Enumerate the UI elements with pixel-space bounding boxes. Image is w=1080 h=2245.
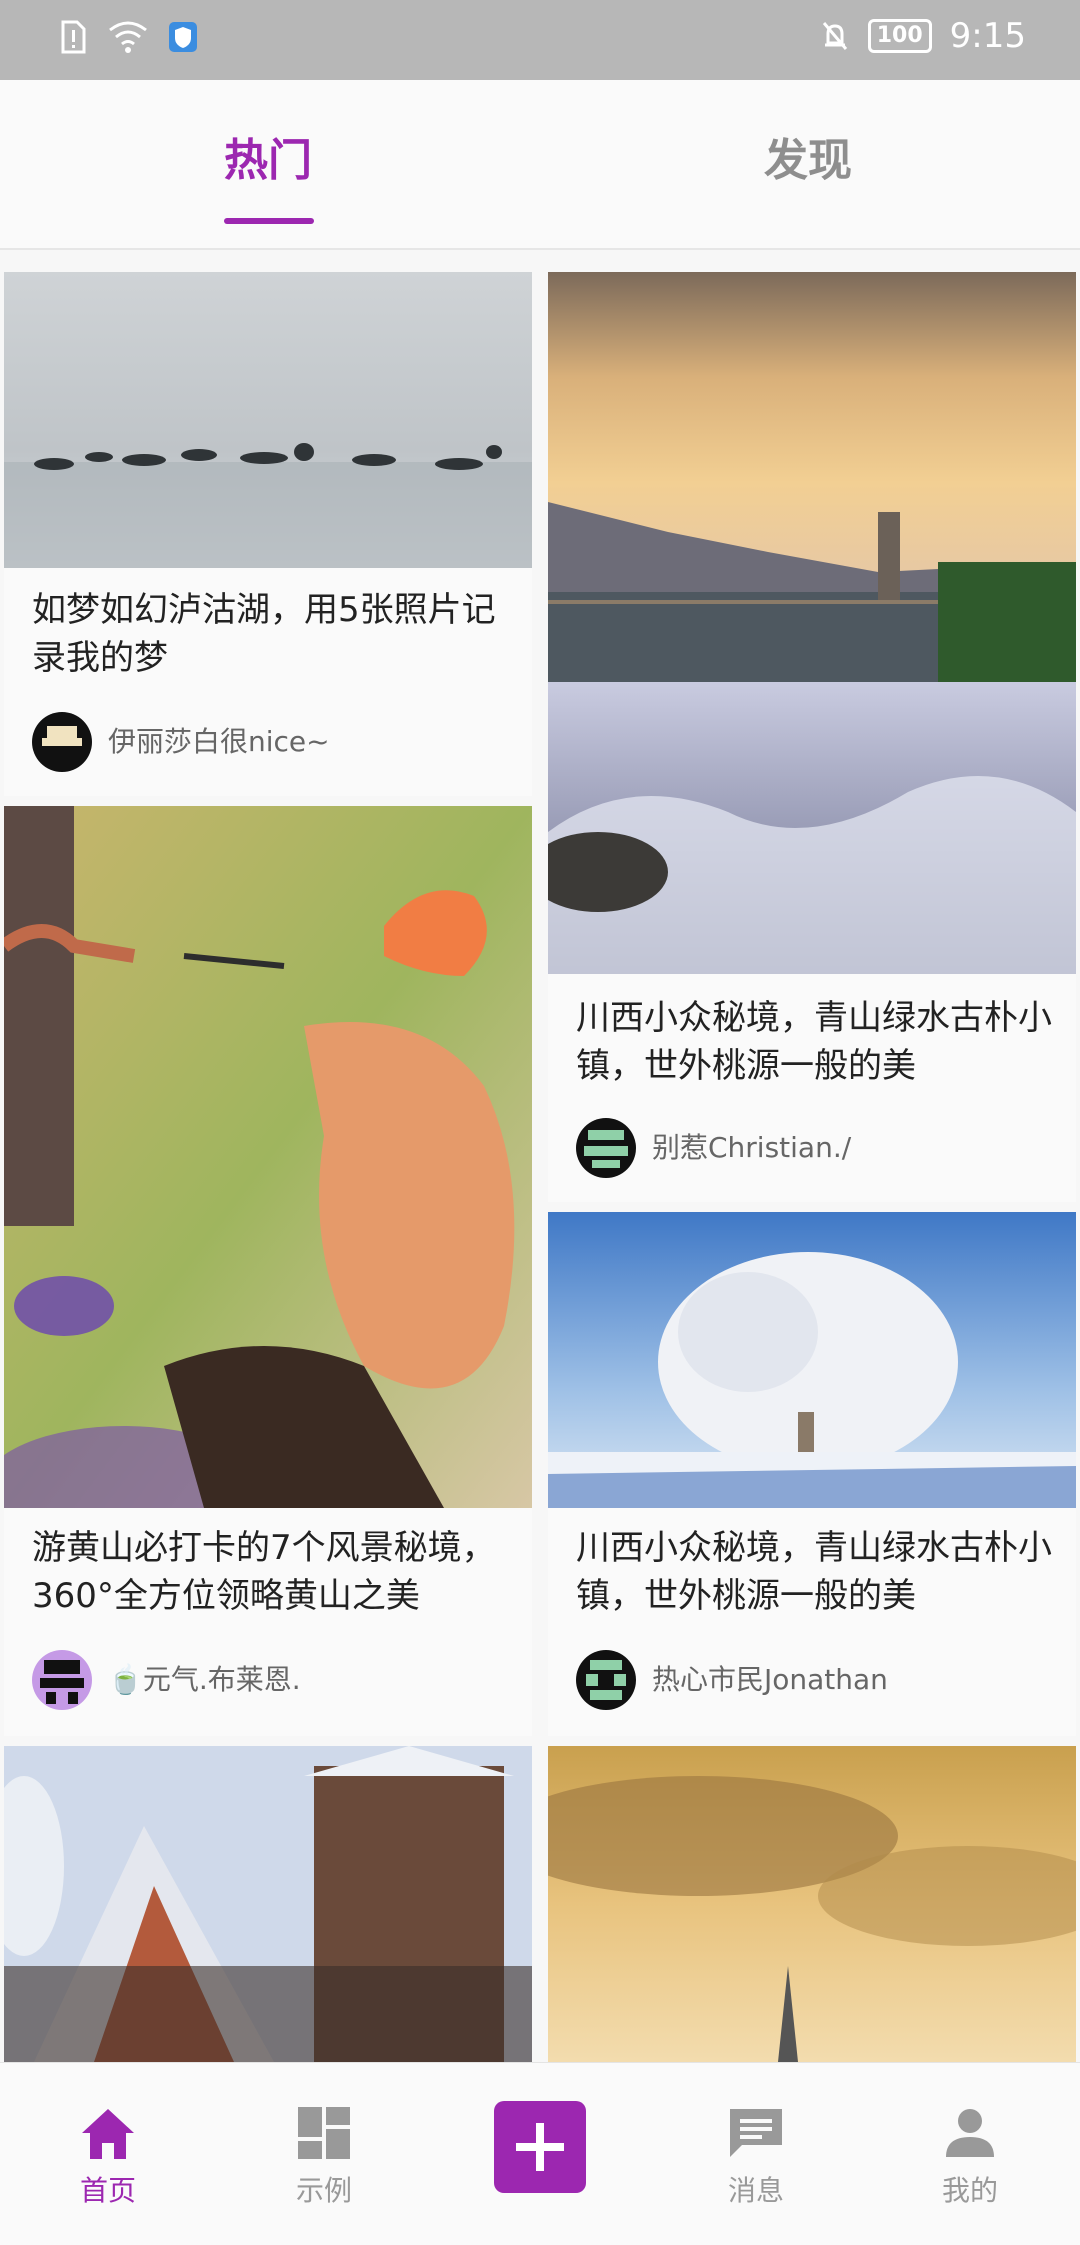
author-name[interactable]: 伊丽莎白很nice~ (108, 712, 330, 772)
avatar[interactable] (32, 712, 92, 772)
snow-tree-image (548, 1212, 1076, 1508)
lake-birds-image (4, 272, 532, 568)
add-button[interactable] (494, 2101, 586, 2193)
tab-discover[interactable]: 发现 (764, 124, 852, 188)
tab-indicator (224, 218, 314, 224)
person-icon (946, 2109, 994, 2157)
card-title: 游黄山必打卡的7个风景秘境，360°全方位领略黄山之美 (32, 1528, 496, 1616)
waterfall-town-image (548, 272, 1076, 974)
author-name[interactable]: 热心市民Jonathan (652, 1650, 888, 1710)
message-icon (730, 2109, 782, 2157)
timber-house-image (4, 1746, 532, 2062)
tab-hot[interactable]: 热门 (224, 124, 312, 188)
clock: 9:15 (949, 16, 1026, 56)
card-title: 如梦如幻泸沽湖，用5张照片记录我的梦 (32, 590, 496, 678)
dashboard-icon (298, 2107, 350, 2159)
nav-messages[interactable]: 消息 (686, 2103, 826, 2209)
add-icon (516, 2123, 564, 2171)
feed-card[interactable] (548, 1746, 1076, 2062)
feed-card[interactable]: 游黄山必打卡的7个风景秘境，360°全方位领略黄山之美 🍵元气.布莱恩. (4, 806, 532, 1736)
avatar[interactable] (576, 1118, 636, 1178)
feed-card[interactable]: 川西小众秘境，青山绿水古朴小镇，世外桃源一般的美 别惹Christian./ (548, 272, 1076, 1202)
shield-icon (169, 22, 197, 52)
nav-home[interactable]: 首页 (38, 2103, 178, 2209)
avatar[interactable] (576, 1650, 636, 1710)
author-name[interactable]: 别惹Christian./ (652, 1118, 851, 1178)
author-name[interactable]: 🍵元气.布莱恩. (108, 1650, 301, 1710)
mute-notification-icon (822, 22, 847, 50)
home-icon (82, 2109, 134, 2159)
card-title: 川西小众秘境，青山绿水古朴小镇，世外桃源一般的美 (576, 1528, 1052, 1616)
top-tabs: 热门 发现 (0, 80, 1080, 250)
avatar[interactable] (32, 1650, 92, 1710)
nav-profile[interactable]: 我的 (900, 2103, 1040, 2209)
feed-card[interactable] (4, 1746, 532, 2062)
bottom-navigation: 首页 示例 消息 我的 (0, 2062, 1080, 2245)
golden-sky-image (548, 1746, 1076, 2062)
wifi-icon (109, 21, 147, 53)
hoopoe-birds-image (4, 806, 532, 1508)
sim-alert-icon (61, 20, 86, 54)
card-title: 川西小众秘境，青山绿水古朴小镇，世外桃源一般的美 (576, 998, 1052, 1086)
battery-indicator: 100 (867, 19, 932, 53)
feed-card[interactable]: 川西小众秘境，青山绿水古朴小镇，世外桃源一般的美 热心市民Jonathan (548, 1212, 1076, 1736)
status-bar: 100 9:15 (0, 0, 1080, 80)
nav-examples[interactable]: 示例 (254, 2103, 394, 2209)
feed-card[interactable]: 如梦如幻泸沽湖，用5张照片记录我的梦 伊丽莎白很nice~ (4, 272, 532, 796)
